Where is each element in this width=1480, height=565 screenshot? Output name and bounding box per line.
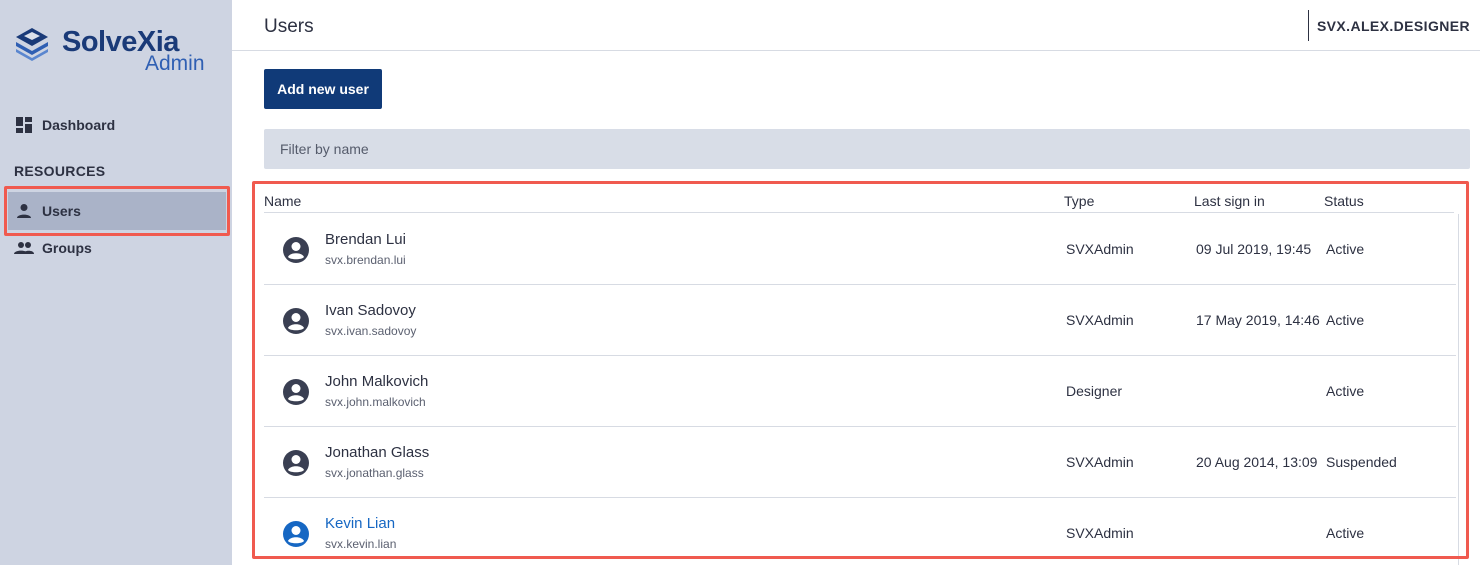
- user-type: SVXAdmin: [1066, 525, 1134, 541]
- user-last-sign-in: 20 Aug 2014, 13:09: [1196, 454, 1318, 470]
- user-login: svx.jonathan.glass: [325, 466, 424, 480]
- column-header-last-sign-in[interactable]: Last sign in: [1194, 193, 1265, 209]
- user-name: Brendan Lui: [325, 231, 406, 248]
- person-icon: [14, 201, 34, 221]
- column-header-type[interactable]: Type: [1064, 193, 1094, 209]
- table-row[interactable]: Kevin Lian svx.kevin.lian SVXAdmin Activ…: [264, 498, 1456, 565]
- table-row[interactable]: Brendan Lui svx.brendan.lui SVXAdmin 09 …: [264, 214, 1456, 285]
- user-type: SVXAdmin: [1066, 312, 1134, 328]
- sidebar: SolveXia Admin Dashboard RESOURCES Users…: [0, 0, 232, 565]
- table-row[interactable]: Ivan Sadovoy svx.ivan.sadovoy SVXAdmin 1…: [264, 285, 1456, 356]
- user-name: Jonathan Glass: [325, 444, 430, 461]
- user-type: Designer: [1066, 383, 1123, 399]
- sidebar-item-users[interactable]: Users: [8, 192, 226, 230]
- filter-by-name-input[interactable]: [264, 129, 1470, 169]
- sidebar-item-label: Groups: [42, 240, 92, 256]
- sidebar-item-groups[interactable]: Groups: [0, 229, 232, 267]
- user-name: John Malkovich: [325, 373, 429, 390]
- column-header-name[interactable]: Name: [264, 193, 301, 209]
- user-status: Active: [1326, 525, 1365, 541]
- page-title: Users: [264, 16, 314, 37]
- user-status: Active: [1326, 312, 1365, 328]
- user-status: Active: [1326, 383, 1365, 399]
- sidebar-item-dashboard[interactable]: Dashboard: [0, 106, 232, 144]
- header-divider: [1308, 10, 1309, 41]
- sidebar-section-resources: RESOURCES: [14, 163, 106, 179]
- user-login: svx.kevin.lian: [325, 537, 397, 551]
- table-scrollbar[interactable]: [1458, 214, 1459, 565]
- table-row[interactable]: Jonathan Glass svx.jonathan.glass SVXAdm…: [264, 427, 1456, 498]
- avatar-icon: [283, 521, 309, 547]
- avatar-icon: [283, 308, 309, 334]
- user-status: Active: [1326, 241, 1365, 257]
- current-user-menu[interactable]: SVX.ALEX.DESIGNER: [1317, 18, 1470, 34]
- sidebar-item-label: Users: [42, 203, 81, 219]
- user-login: svx.john.malkovich: [325, 395, 426, 409]
- top-header: Users SVX.ALEX.DESIGNER: [232, 0, 1480, 51]
- user-type: SVXAdmin: [1066, 454, 1134, 470]
- user-last-sign-in: 09 Jul 2019, 19:45: [1196, 241, 1312, 257]
- logo-subtitle: Admin: [145, 52, 205, 75]
- table-header: Name Type Last sign in Status: [264, 190, 1454, 213]
- app-logo[interactable]: SolveXia Admin: [14, 26, 214, 76]
- logo-mark-icon: [16, 28, 48, 61]
- user-name: Kevin Lian: [325, 515, 396, 532]
- users-table: Name Type Last sign in Status Brendan Lu…: [264, 190, 1460, 565]
- add-new-user-button[interactable]: Add new user: [264, 69, 382, 109]
- dashboard-icon: [14, 115, 34, 135]
- avatar-icon: [283, 379, 309, 405]
- table-row[interactable]: John Malkovich svx.john.malkovich Design…: [264, 356, 1456, 427]
- user-type: SVXAdmin: [1066, 241, 1134, 257]
- user-last-sign-in: 17 May 2019, 14:46: [1196, 312, 1320, 328]
- user-status: Suspended: [1326, 454, 1397, 470]
- people-icon: [14, 238, 34, 258]
- sidebar-item-label: Dashboard: [42, 117, 116, 133]
- column-header-status[interactable]: Status: [1324, 193, 1364, 209]
- user-name: Ivan Sadovoy: [325, 302, 416, 319]
- avatar-icon: [283, 450, 309, 476]
- user-login: svx.brendan.lui: [325, 253, 406, 267]
- avatar-icon: [283, 237, 309, 263]
- user-login: svx.ivan.sadovoy: [325, 324, 417, 338]
